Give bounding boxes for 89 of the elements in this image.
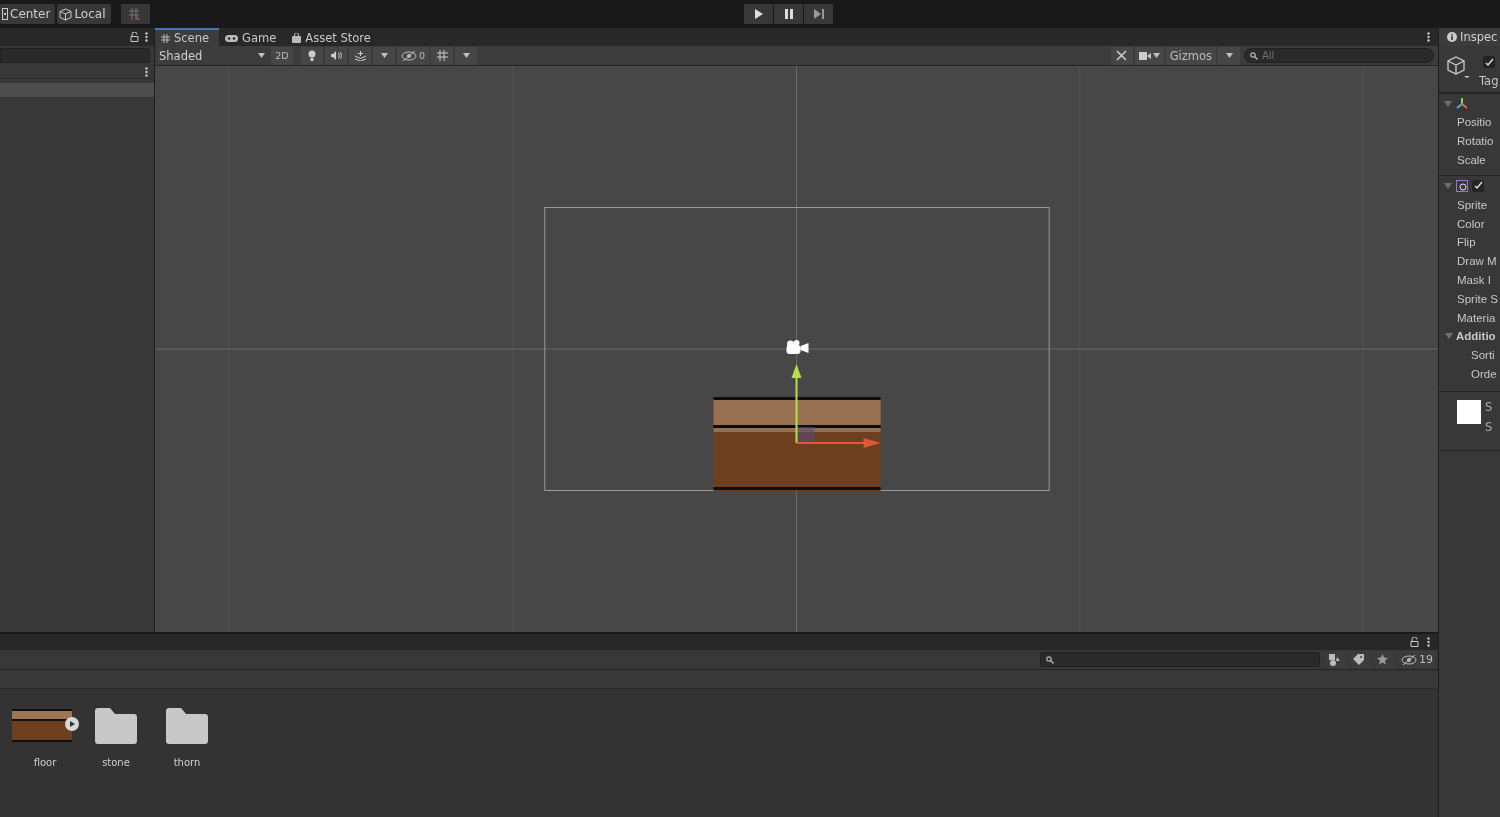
- property-label: Sprite S: [1456, 291, 1499, 307]
- pause-button[interactable]: [774, 4, 803, 24]
- effects-button[interactable]: [349, 46, 371, 65]
- asset-name: floor: [33, 757, 57, 768]
- step-icon: [813, 9, 824, 19]
- filter-type-button[interactable]: [1326, 650, 1348, 669]
- material-label: S: [1485, 400, 1493, 415]
- toolbar-button[interactable]: Local: [57, 4, 111, 24]
- bulb-icon: [308, 50, 316, 61]
- lock-icon[interactable]: [130, 32, 139, 42]
- tab[interactable]: Scene: [155, 28, 220, 46]
- property-label: Sprite: [1456, 197, 1489, 213]
- caret-icon: [380, 53, 388, 58]
- sprite-renderer-icon: [1456, 179, 1468, 192]
- play-button[interactable]: [744, 4, 773, 24]
- camera-dropdown[interactable]: [1134, 46, 1164, 65]
- star-icon: [1377, 654, 1388, 665]
- property-label: Orde: [1470, 366, 1498, 382]
- menu-icon[interactable]: [145, 32, 148, 42]
- shapes-icon: [1329, 653, 1341, 666]
- material-preview: [1457, 400, 1481, 425]
- search-placeholder: All: [1262, 50, 1275, 61]
- video-camera-icon: [1138, 51, 1151, 60]
- caret-icon: [1152, 53, 1160, 58]
- hidden-eye-icon: [1401, 654, 1417, 665]
- filter-label-button[interactable]: [1350, 650, 1372, 669]
- grid-icon: [436, 50, 448, 61]
- lock-icon[interactable]: [1410, 637, 1419, 647]
- checkbox[interactable]: [1472, 179, 1484, 192]
- tag-label: Tag: [1479, 74, 1499, 88]
- property-label: Scale: [1456, 153, 1487, 168]
- property-label: Color: [1456, 216, 1486, 232]
- gizmos-button[interactable]: Gizmos: [1165, 46, 1216, 65]
- gamepad-icon: [225, 34, 239, 42]
- property-label: Draw M: [1456, 254, 1498, 270]
- step-button[interactable]: [804, 4, 833, 24]
- search-icon: [1250, 51, 1258, 60]
- hidden-eye-icon: [401, 50, 417, 61]
- menu-icon[interactable]: [145, 66, 148, 77]
- tag-icon: [1353, 654, 1364, 665]
- property-label: Materia: [1456, 310, 1497, 326]
- property-label: Flip: [1456, 235, 1477, 251]
- effects-dropdown[interactable]: [373, 46, 395, 65]
- caret-icon: [1225, 53, 1233, 58]
- grid-icon: [161, 33, 170, 43]
- pivot-icon: [2, 8, 8, 20]
- grid-snap-icon: [129, 8, 141, 20]
- asset-name: thorn: [173, 757, 201, 768]
- pause-icon: [784, 9, 793, 19]
- asset-name: stone: [102, 757, 130, 768]
- cube-icon: [59, 7, 73, 21]
- caret-icon: [462, 53, 470, 58]
- toolbar-button[interactable]: Center: [0, 4, 56, 24]
- layers-icon: [354, 50, 366, 61]
- section-label: Additio: [1456, 329, 1496, 345]
- tools-icon: [1116, 50, 1128, 61]
- material-label: S: [1485, 420, 1493, 435]
- property-label: Mask I: [1456, 272, 1492, 288]
- shopping-bag-icon: [292, 33, 302, 43]
- 2d-toggle[interactable]: 2D: [271, 46, 293, 65]
- snap-button[interactable]: [120, 4, 150, 24]
- play-icon: [754, 9, 763, 19]
- cube-icon: [1447, 56, 1469, 78]
- visibility-toggle[interactable]: 0: [397, 46, 430, 65]
- visibility-toggle[interactable]: 19: [1398, 650, 1436, 669]
- favorites-button[interactable]: [1374, 650, 1396, 669]
- search-icon: [1046, 655, 1054, 664]
- folder-icon: [164, 707, 210, 745]
- lighting-button[interactable]: [301, 46, 323, 65]
- caret-icon: [258, 53, 265, 58]
- checkbox[interactable]: [1483, 56, 1495, 68]
- audio-button[interactable]: [325, 46, 347, 65]
- property-label: Rotatio: [1456, 134, 1495, 150]
- gizmos-dropdown[interactable]: [1218, 46, 1240, 65]
- axes-icon: [1456, 98, 1468, 109]
- menu-icon[interactable]: [1427, 637, 1430, 647]
- info-icon: [1447, 32, 1457, 42]
- inspector-tab[interactable]: Inspec: [1439, 28, 1500, 46]
- property-label: Sorti: [1470, 348, 1496, 364]
- sprite-thumbnail: [10, 707, 80, 745]
- folder-icon: [93, 707, 139, 745]
- grid-dropdown[interactable]: [455, 46, 478, 65]
- menu-icon[interactable]: [1427, 32, 1430, 42]
- speaker-icon: [330, 51, 342, 60]
- tools-button[interactable]: [1110, 46, 1133, 65]
- property-label: Positio: [1456, 115, 1493, 131]
- grid-toggle[interactable]: [431, 46, 454, 65]
- camera-icon: [786, 340, 809, 354]
- search-field[interactable]: [1040, 652, 1320, 667]
